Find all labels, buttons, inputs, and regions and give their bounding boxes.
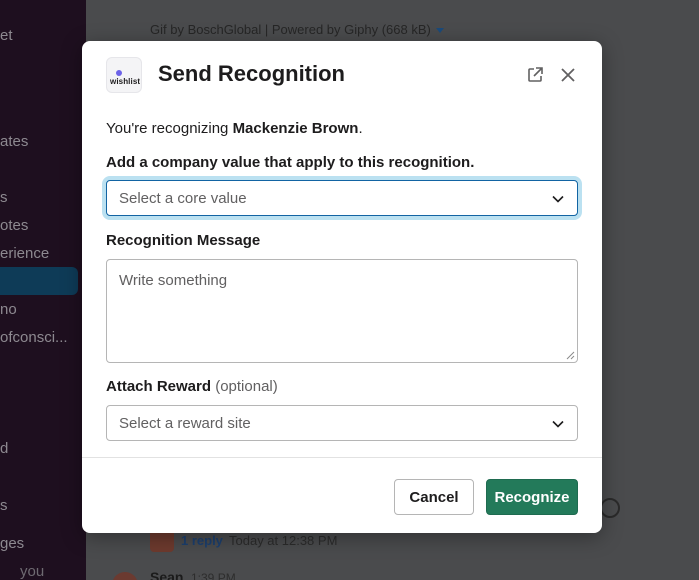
- sidebar-item[interactable]: d: [0, 440, 8, 457]
- sidebar-item[interactable]: s: [0, 189, 8, 206]
- message-author[interactable]: Sean: [150, 569, 183, 580]
- cancel-button[interactable]: Cancel: [394, 479, 474, 515]
- core-value-placeholder: Select a core value: [119, 190, 247, 207]
- core-value-select[interactable]: Select a core value: [106, 180, 578, 216]
- sidebar-item-active[interactable]: [0, 267, 78, 295]
- caret-down-icon[interactable]: [435, 28, 444, 34]
- logo-dot-icon: [116, 70, 122, 76]
- logo-text: wishlist: [110, 77, 141, 86]
- reward-placeholder: Select a reward site: [119, 415, 251, 432]
- open-external-icon[interactable]: [525, 65, 545, 85]
- sidebar-item[interactable]: ates: [0, 133, 28, 150]
- thread-reply-time: Today at 12:38 PM: [229, 533, 338, 548]
- resize-grip-icon[interactable]: [566, 351, 575, 360]
- avatar: [150, 530, 174, 552]
- sidebar-item[interactable]: et: [0, 27, 13, 44]
- message-time: 1:39 PM: [191, 571, 236, 580]
- recognition-intro: You're recognizing Mackenzie Brown.: [106, 120, 363, 137]
- sidebar-item[interactable]: s: [0, 497, 8, 514]
- sidebar-item[interactable]: ofconsci...: [0, 329, 68, 346]
- close-icon[interactable]: [558, 65, 578, 85]
- footer-divider: [82, 457, 602, 458]
- app-logo: wishlist: [106, 57, 142, 93]
- modal-title: Send Recognition: [158, 61, 345, 86]
- sidebar-item[interactable]: no: [0, 301, 17, 318]
- optional-note: (optional): [215, 378, 278, 395]
- message-label: Recognition Message: [106, 232, 261, 249]
- sidebar-item[interactable]: otes: [0, 217, 28, 234]
- recognition-message-input[interactable]: Write something: [106, 259, 578, 363]
- gif-caption: Gif by BoschGlobal | Powered by Giphy (6…: [150, 22, 444, 37]
- thread-reply-link[interactable]: 1 reply: [181, 533, 223, 548]
- sidebar-item[interactable]: ges: [0, 535, 24, 552]
- sidebar-item[interactable]: you: [20, 563, 44, 580]
- add-reaction-icon[interactable]: [600, 498, 620, 518]
- core-value-label: Add a company value that apply to this r…: [106, 154, 475, 171]
- message-placeholder: Write something: [119, 272, 228, 289]
- recipient-name: Mackenzie Brown: [232, 120, 359, 137]
- reward-label: Attach Reward (optional): [106, 378, 278, 395]
- send-recognition-modal: wishlist Send Recognition You're recogni…: [82, 41, 602, 533]
- chevron-down-icon: [552, 195, 564, 203]
- chevron-down-icon: [552, 420, 564, 428]
- workspace-sidebar: et ates s otes erience no ofconsci... d …: [0, 0, 86, 580]
- reward-site-select[interactable]: Select a reward site: [106, 405, 578, 441]
- sidebar-item[interactable]: erience: [0, 245, 49, 262]
- recognize-button[interactable]: Recognize: [486, 479, 578, 515]
